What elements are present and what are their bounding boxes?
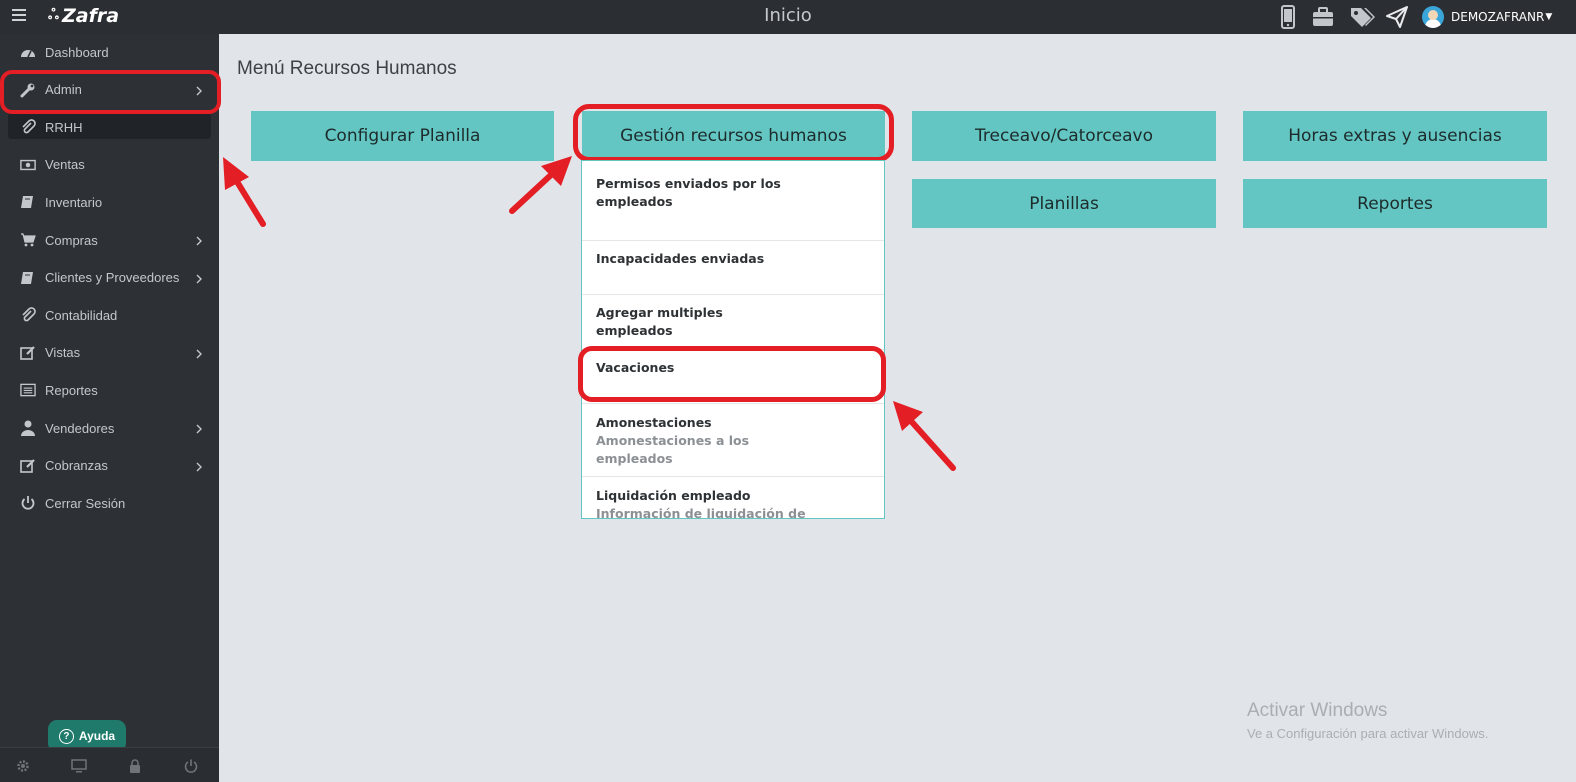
sidebar-item-label: Clientes y Proveedores	[45, 270, 180, 286]
dropdown-item-incapacidades[interactable]: Incapacidades enviadas	[582, 241, 884, 295]
chevron-right-icon	[196, 84, 202, 99]
dashboard-icon	[20, 44, 36, 60]
settings-icon[interactable]	[15, 758, 31, 774]
app-name: Zafra	[61, 5, 120, 27]
dropdown-item-title: Liquidación empleado	[596, 488, 751, 503]
sidebar-footer	[0, 747, 219, 782]
send-icon[interactable]	[1385, 5, 1409, 29]
dropdown-item-permisos[interactable]: Permisos enviados por los empleados	[582, 161, 884, 241]
app-logo[interactable]: ஃ Zafra	[48, 5, 119, 27]
sidebar-item-label: Contabilidad	[45, 307, 118, 323]
windows-activation-watermark: Activar Windows Ve a Configuración para …	[1247, 700, 1488, 741]
menu-toggle-icon[interactable]	[12, 9, 26, 21]
arrow-rrhh-icon	[223, 157, 266, 227]
chevron-down-icon: ▼	[1545, 12, 1553, 22]
arrow-vacaciones-icon	[893, 401, 956, 471]
dropdown-item-liquidacion[interactable]: Liquidación empleado Información de liqu…	[582, 477, 884, 519]
power-icon	[20, 495, 36, 511]
chevron-right-icon	[196, 347, 202, 362]
sidebar-item-label: Compras	[45, 232, 98, 248]
dropdown-item-subtitle: Información de liquidación de	[596, 506, 806, 519]
sidebar-item-dashboard[interactable]: Dashboard	[0, 34, 219, 70]
page-header-title: Inicio	[764, 5, 812, 26]
logo-icon: ஃ	[48, 7, 59, 23]
sidebar-item-vendedores[interactable]: Vendedores	[0, 410, 219, 446]
chevron-right-icon	[196, 234, 202, 249]
sidebar-item-cobranzas[interactable]: Cobranzas	[0, 448, 219, 484]
dropdown-item-title: Vacaciones	[596, 360, 675, 375]
sidebar-item-compras[interactable]: Compras	[0, 222, 219, 258]
sidebar-item-label: Reportes	[45, 382, 98, 398]
book-icon	[20, 270, 36, 286]
top-bar: ஃ Zafra Inicio DEMOZAFRANR ▼	[0, 0, 1576, 34]
sidebar-item-label: Vistas	[45, 345, 81, 361]
sidebar-item-vistas[interactable]: Vistas	[0, 335, 219, 371]
avatar	[1422, 6, 1444, 28]
sidebar-item-label: Admin	[45, 82, 82, 98]
chevron-right-icon	[196, 422, 202, 437]
edit-icon	[20, 458, 36, 474]
tile-treceavo-catorceavo[interactable]: Treceavo/Catorceavo	[912, 111, 1216, 161]
tile-gestion-recursos-humanos[interactable]: Gestión recursos humanos	[582, 111, 885, 161]
book-icon	[20, 194, 36, 210]
tile-planillas[interactable]: Planillas	[912, 179, 1216, 228]
sidebar-item-clientes-y-proveedores[interactable]: Clientes y Proveedores	[0, 260, 219, 296]
dropdown-item-amonestaciones[interactable]: Amonestaciones Amonestaciones a los empl…	[582, 404, 884, 477]
cart-icon	[20, 232, 36, 248]
paperclip-icon	[20, 307, 36, 323]
dropdown-item-title: Permisos enviados por los empleados	[596, 176, 781, 209]
sidebar-item-label: Cobranzas	[45, 458, 108, 474]
sidebar-item-label: RRHH	[45, 119, 83, 135]
sidebar-item-reportes[interactable]: Reportes	[0, 372, 219, 408]
briefcase-icon[interactable]	[1311, 5, 1335, 29]
chevron-right-icon	[196, 460, 202, 475]
dropdown-item-subtitle: Amonestaciones a los empleados	[596, 433, 750, 466]
edit-icon	[20, 345, 36, 361]
dropdown-item-agregar-empleados[interactable]: Agregar multiples empleados	[582, 295, 884, 350]
dropdown-item-vacaciones[interactable]: Vacaciones	[582, 350, 884, 404]
sidebar-item-ventas[interactable]: Ventas	[0, 147, 219, 183]
sidebar-item-inventario[interactable]: Inventario	[0, 184, 219, 220]
tile-horas-extras-ausencias[interactable]: Horas extras y ausencias	[1243, 111, 1547, 161]
power-icon[interactable]	[183, 758, 199, 774]
dropdown-item-title: Agregar multiples empleados	[596, 305, 723, 338]
list-icon	[20, 382, 36, 398]
sidebar-item-label: Ventas	[45, 157, 85, 173]
sidebar: Dashboard Admin RRHH Ventas Inventario Compra…	[0, 34, 219, 782]
watermark-title: Activar Windows	[1247, 700, 1388, 721]
sidebar-item-label: Dashboard	[45, 44, 109, 60]
sidebar-item-contabilidad[interactable]: Contabilidad	[0, 297, 219, 333]
user-name: DEMOZAFRANR	[1451, 10, 1545, 24]
watermark-subtitle: Ve a Configuración para activar Windows.	[1247, 726, 1489, 741]
user-menu[interactable]: DEMOZAFRANR ▼	[1422, 5, 1552, 29]
sidebar-item-label: Vendedores	[45, 420, 115, 436]
arrow-gestion-icon	[509, 156, 572, 214]
chevron-right-icon	[196, 272, 202, 287]
sidebar-item-admin[interactable]: Admin	[0, 72, 219, 108]
paperclip-icon	[20, 119, 36, 135]
monitor-icon[interactable]	[71, 758, 87, 774]
tags-icon[interactable]	[1349, 5, 1377, 29]
help-icon: ?	[58, 728, 74, 744]
tile-reportes[interactable]: Reportes	[1243, 179, 1547, 228]
sidebar-item-rrhh[interactable]: RRHH	[0, 109, 219, 145]
dropdown-item-title: Amonestaciones	[596, 415, 712, 430]
sidebar-item-cerrar-sesion[interactable]: Cerrar Sesión	[0, 485, 219, 521]
help-label: Ayuda	[78, 729, 116, 743]
dropdown-item-title: Incapacidades enviadas	[596, 251, 765, 266]
gestion-dropdown-menu: Permisos enviados por los empleados Inca…	[581, 160, 885, 519]
tile-configurar-planilla[interactable]: Configurar Planilla	[251, 111, 554, 161]
sidebar-item-label: Cerrar Sesión	[45, 495, 126, 511]
money-icon	[20, 157, 36, 173]
page-title: Menú Recursos Humanos	[237, 58, 457, 79]
mobile-icon[interactable]	[1276, 5, 1300, 29]
wrench-icon	[20, 82, 36, 98]
sidebar-item-label: Inventario	[45, 194, 103, 210]
lock-icon[interactable]	[127, 758, 143, 774]
user-icon	[20, 420, 36, 436]
